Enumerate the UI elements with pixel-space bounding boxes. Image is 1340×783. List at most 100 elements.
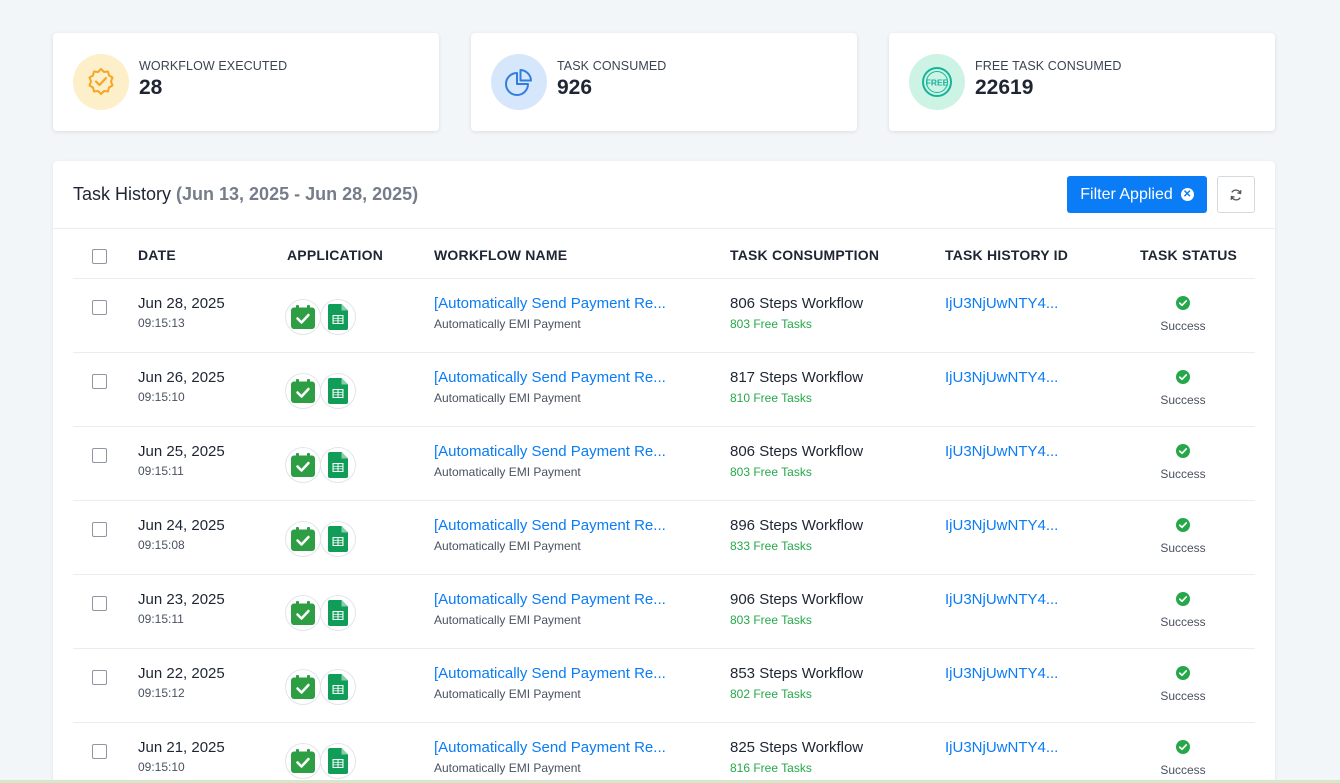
status-label: Success: [1160, 467, 1206, 481]
workflow-subtitle: Automatically EMI Payment: [434, 317, 581, 331]
row-time: 09:15:11: [138, 612, 184, 626]
google-sheets-icon: [320, 669, 356, 705]
task-consumption-steps: 825 Steps Workflow: [730, 739, 864, 756]
google-calendar-icon: [285, 669, 321, 705]
task-consumption-steps: 806 Steps Workflow: [730, 443, 864, 460]
stat-value: 22619: [975, 76, 1034, 99]
workflow-name-link[interactable]: [Automatically Send Payment Re...: [434, 739, 666, 756]
google-sheets-icon: [320, 521, 356, 557]
stat-card-workflow-executed: WORKFLOW EXECUTED 28: [53, 33, 439, 131]
workflow-subtitle: Automatically EMI Payment: [434, 613, 581, 627]
workflow-name-link[interactable]: [Automatically Send Payment Re...: [434, 665, 666, 682]
date-range: (Jun 13, 2025 - Jun 28, 2025): [176, 184, 419, 204]
table-row: Jun 25, 2025 09:15:11 [Automatically Sen…: [53, 427, 1275, 501]
stat-value: 926: [557, 76, 593, 99]
column-header-application: APPLICATION: [287, 247, 384, 263]
success-check-icon: [1176, 592, 1190, 606]
workflow-subtitle: Automatically EMI Payment: [434, 539, 581, 553]
free-tasks-count: 833 Free Tasks: [730, 539, 812, 553]
row-checkbox[interactable]: [92, 374, 107, 389]
task-history-id-link[interactable]: IjU3NjUwNTY4...: [945, 739, 1058, 756]
status-label: Success: [1160, 393, 1206, 407]
column-header-task-history-id: TASK HISTORY ID: [945, 247, 1069, 263]
google-calendar-icon: [285, 373, 321, 409]
success-check-icon: [1176, 740, 1190, 754]
refresh-button[interactable]: [1217, 176, 1255, 213]
page-title: Task History (Jun 13, 2025 - Jun 28, 202…: [73, 184, 418, 205]
workflow-subtitle: Automatically EMI Payment: [434, 761, 581, 775]
row-time: 09:15:12: [138, 686, 185, 700]
task-history-id-link[interactable]: IjU3NjUwNTY4...: [945, 517, 1058, 534]
column-header-task-status: TASK STATUS: [1140, 247, 1238, 263]
row-date: Jun 23, 2025: [138, 591, 225, 608]
stat-label: FREE TASK CONSUMED: [975, 59, 1122, 73]
row-time: 09:15:10: [138, 390, 185, 404]
success-check-icon: [1176, 666, 1190, 680]
task-history-id-link[interactable]: IjU3NjUwNTY4...: [945, 295, 1058, 312]
status-label: Success: [1160, 541, 1206, 555]
row-checkbox[interactable]: [92, 744, 107, 759]
task-history-panel: Task History (Jun 13, 2025 - Jun 28, 202…: [53, 161, 1275, 783]
success-check-icon: [1176, 444, 1190, 458]
success-check-icon: [1176, 370, 1190, 384]
row-time: 09:15:13: [138, 316, 185, 330]
status-label: Success: [1160, 319, 1206, 333]
google-calendar-icon: [285, 299, 321, 335]
select-all-checkbox[interactable]: [92, 249, 107, 264]
task-consumption-steps: 806 Steps Workflow: [730, 295, 864, 312]
row-time: 09:15:11: [138, 464, 184, 478]
filter-applied-button[interactable]: Filter Applied ✕: [1067, 176, 1207, 213]
column-header-workflow-name: WORKFLOW NAME: [434, 247, 568, 263]
google-sheets-icon: [320, 595, 356, 631]
workflow-subtitle: Automatically EMI Payment: [434, 465, 581, 479]
row-checkbox[interactable]: [92, 596, 107, 611]
free-tasks-count: 810 Free Tasks: [730, 391, 812, 405]
google-calendar-icon: [285, 743, 321, 779]
google-calendar-icon: [285, 595, 321, 631]
column-header-date: DATE: [138, 247, 176, 263]
column-header-task-consumption: TASK CONSUMPTION: [730, 247, 880, 263]
row-date: Jun 24, 2025: [138, 517, 225, 534]
row-date: Jun 25, 2025: [138, 443, 225, 460]
success-check-icon: [1176, 296, 1190, 310]
google-sheets-icon: [320, 447, 356, 483]
svg-text:FREE: FREE: [926, 78, 949, 88]
panel-header: Task History (Jun 13, 2025 - Jun 28, 202…: [53, 161, 1275, 229]
workflow-name-link[interactable]: [Automatically Send Payment Re...: [434, 591, 666, 608]
google-sheets-icon: [320, 743, 356, 779]
workflow-name-link[interactable]: [Automatically Send Payment Re...: [434, 443, 666, 460]
row-time: 09:15:08: [138, 538, 185, 552]
task-consumption-steps: 817 Steps Workflow: [730, 369, 864, 386]
task-history-id-link[interactable]: IjU3NjUwNTY4...: [945, 443, 1058, 460]
task-history-id-link[interactable]: IjU3NjUwNTY4...: [945, 369, 1058, 386]
refresh-icon: [1230, 189, 1242, 200]
row-checkbox[interactable]: [92, 670, 107, 685]
google-sheets-icon: [320, 299, 356, 335]
row-checkbox[interactable]: [92, 300, 107, 315]
free-badge-icon: FREE: [909, 54, 965, 110]
task-consumption-steps: 853 Steps Workflow: [730, 665, 864, 682]
google-calendar-icon: [285, 447, 321, 483]
task-history-id-link[interactable]: IjU3NjUwNTY4...: [945, 665, 1058, 682]
table-row: Jun 26, 2025 09:15:10 [Automatically Sen…: [53, 353, 1275, 427]
badge-check-icon: [73, 54, 129, 110]
table-row: Jun 21, 2025 09:15:10 [Automatically Sen…: [53, 723, 1275, 783]
row-date: Jun 26, 2025: [138, 369, 225, 386]
workflow-name-link[interactable]: [Automatically Send Payment Re...: [434, 295, 666, 312]
table-row: Jun 28, 2025 09:15:13 [Automatically Sen…: [53, 279, 1275, 353]
row-date: Jun 28, 2025: [138, 295, 225, 312]
free-tasks-count: 802 Free Tasks: [730, 687, 812, 701]
stat-value: 28: [139, 76, 163, 99]
workflow-name-link[interactable]: [Automatically Send Payment Re...: [434, 517, 666, 534]
filter-button-label: Filter Applied: [1080, 185, 1173, 203]
close-icon[interactable]: ✕: [1180, 188, 1194, 201]
row-checkbox[interactable]: [92, 522, 107, 537]
google-calendar-icon: [285, 521, 321, 557]
workflow-name-link[interactable]: [Automatically Send Payment Re...: [434, 369, 666, 386]
free-tasks-count: 803 Free Tasks: [730, 613, 812, 627]
row-checkbox[interactable]: [92, 448, 107, 463]
success-check-icon: [1176, 518, 1190, 532]
task-history-id-link[interactable]: IjU3NjUwNTY4...: [945, 591, 1058, 608]
table-row: Jun 22, 2025 09:15:12 [Automatically Sen…: [53, 649, 1275, 723]
row-date: Jun 21, 2025: [138, 739, 225, 756]
